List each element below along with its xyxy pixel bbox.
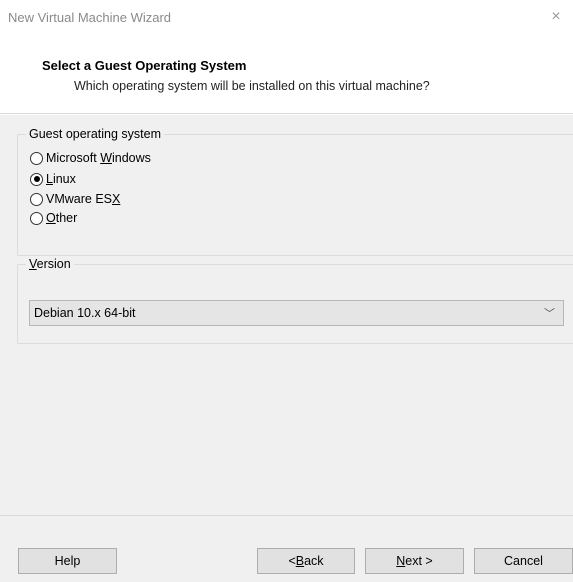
wizard-header: Select a Guest Operating System Which op…	[0, 34, 573, 114]
radio-button-checked[interactable]	[30, 172, 43, 186]
version-selected-value: Debian 10.x 64-bit	[34, 306, 136, 320]
page-title: Select a Guest Operating System	[42, 58, 247, 73]
guest-os-group: Guest operating system Microsoft Windows…	[17, 127, 573, 256]
radio-label: Linux	[46, 172, 76, 186]
next-button[interactable]: Next >	[365, 548, 464, 574]
radio-other[interactable]: Other	[30, 210, 77, 226]
version-group: Version Debian 10.x 64-bit ﹀	[17, 257, 573, 344]
close-button[interactable]: ×	[539, 0, 573, 34]
window-title: New Virtual Machine Wizard	[8, 10, 172, 25]
radio-button[interactable]	[30, 192, 43, 206]
radio-label: Microsoft Windows	[46, 151, 151, 165]
title-bar: New Virtual Machine Wizard ×	[0, 0, 573, 34]
radio-microsoft-windows[interactable]: Microsoft Windows	[30, 150, 151, 166]
close-icon: ×	[551, 8, 561, 25]
version-dropdown[interactable]: Debian 10.x 64-bit ﹀	[29, 300, 564, 326]
radio-linux[interactable]: Linux	[30, 171, 76, 187]
help-button[interactable]: Help	[18, 548, 117, 574]
radio-label: Other	[46, 211, 78, 225]
version-legend: Version	[26, 257, 74, 271]
radio-vmware-esx[interactable]: VMware ESX	[30, 191, 120, 207]
chevron-down-icon: ﹀	[544, 308, 555, 320]
wizard-content: Guest operating system Microsoft Windows…	[0, 115, 573, 515]
radio-label: VMware ESX	[46, 192, 121, 206]
cancel-button[interactable]: Cancel	[474, 548, 573, 574]
radio-button[interactable]	[30, 151, 43, 165]
radio-button[interactable]	[30, 211, 43, 225]
back-button[interactable]: < Back	[257, 548, 355, 574]
guest-os-legend: Guest operating system	[26, 127, 165, 141]
wizard-footer: Help < Back Next > Cancel	[0, 515, 573, 582]
page-subtitle: Which operating system will be installed…	[74, 79, 430, 93]
